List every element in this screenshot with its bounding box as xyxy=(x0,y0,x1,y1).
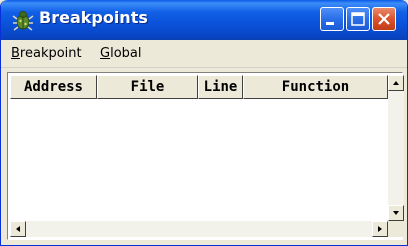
scroll-right-button[interactable] xyxy=(372,221,388,237)
close-button[interactable] xyxy=(372,7,396,31)
arrow-down-icon xyxy=(393,211,399,215)
breakpoints-window: Breakpoints Breakpoint Global Address Fi… xyxy=(0,0,408,246)
scroll-down-button[interactable] xyxy=(388,205,404,221)
column-header-file[interactable]: File xyxy=(97,75,198,99)
column-header-function[interactable]: Function xyxy=(243,75,388,99)
scroll-left-button[interactable] xyxy=(10,221,26,237)
menu-bar: Breakpoint Global xyxy=(1,41,407,68)
menu-global-accel: G xyxy=(100,46,111,61)
window-title: Breakpoints xyxy=(39,8,148,27)
menu-breakpoint-accel: B xyxy=(11,46,20,61)
close-icon xyxy=(378,13,390,25)
title-bar[interactable]: Breakpoints xyxy=(1,0,407,40)
menu-global-label: lobal xyxy=(110,46,142,61)
arrow-right-icon xyxy=(378,226,382,232)
column-header-address[interactable]: Address xyxy=(10,75,97,99)
arrow-up-icon xyxy=(393,81,399,85)
column-header-line[interactable]: Line xyxy=(198,75,243,99)
vertical-scrollbar[interactable] xyxy=(388,75,404,221)
bug-icon xyxy=(12,9,34,31)
menu-breakpoint-label: reakpoint xyxy=(19,46,82,61)
minimize-icon xyxy=(326,22,334,25)
minimize-button[interactable] xyxy=(320,7,344,31)
arrow-left-icon xyxy=(16,226,20,232)
scroll-up-button[interactable] xyxy=(388,75,404,91)
breakpoint-list[interactable]: Address File Line Function xyxy=(7,72,404,240)
menu-global[interactable]: Global xyxy=(100,46,141,61)
maximize-icon xyxy=(351,12,365,26)
maximize-button[interactable] xyxy=(346,7,370,31)
horizontal-scrollbar[interactable] xyxy=(10,221,388,237)
menu-breakpoint[interactable]: Breakpoint xyxy=(11,46,82,61)
scrollbar-corner xyxy=(388,221,404,237)
